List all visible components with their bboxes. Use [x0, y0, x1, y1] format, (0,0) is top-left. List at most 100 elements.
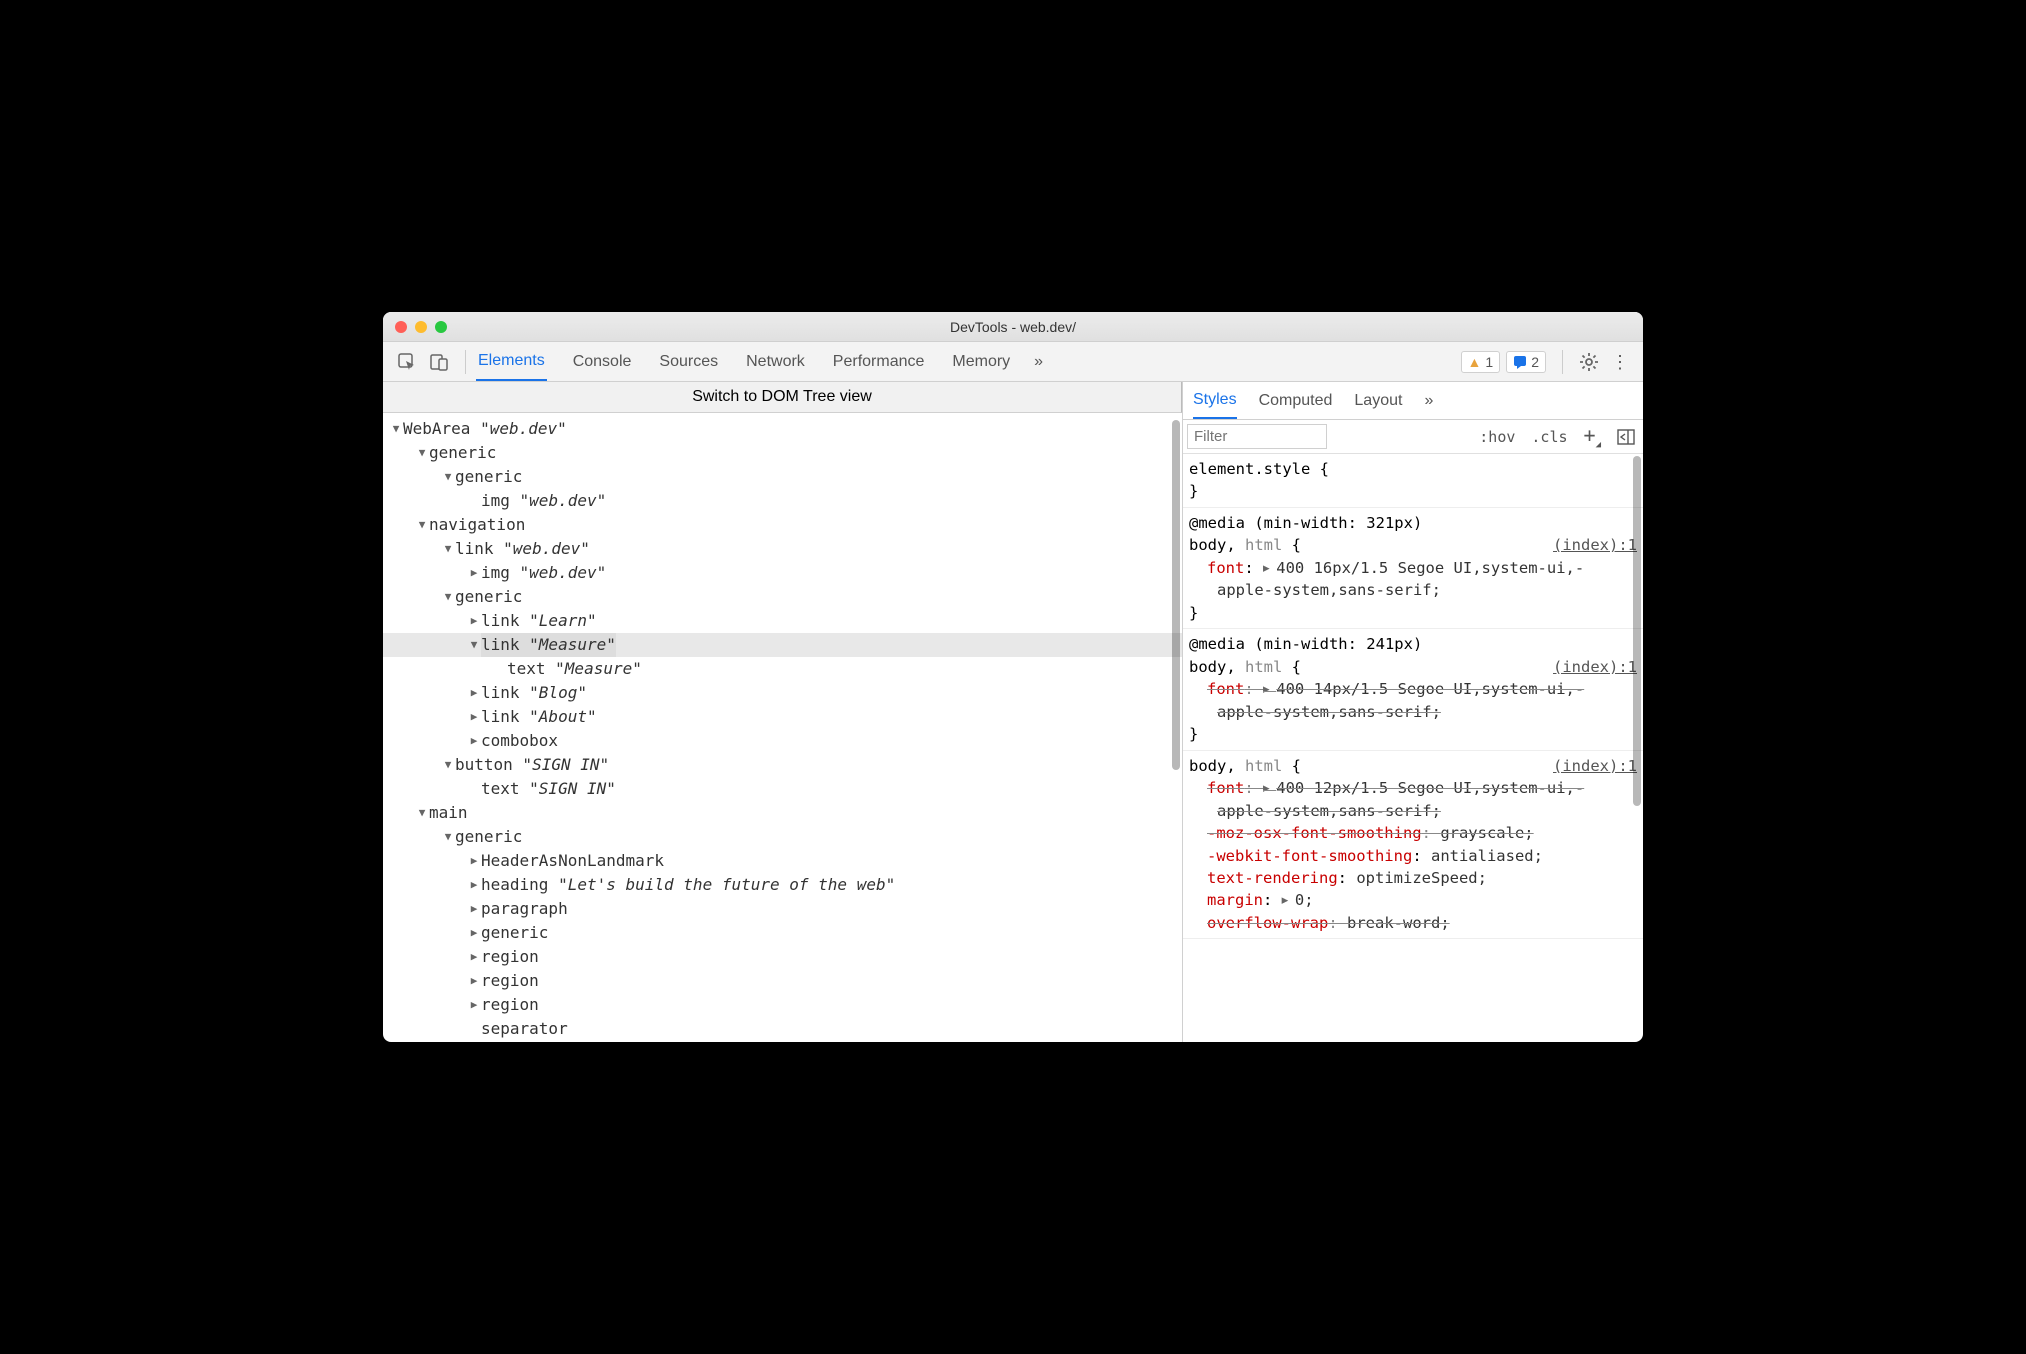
side-tab-styles[interactable]: Styles [1193, 382, 1237, 419]
source-link[interactable]: (index):1 [1553, 534, 1637, 556]
disclosure-arrow-icon[interactable] [415, 445, 429, 462]
hov-toggle[interactable]: :hov [1471, 428, 1523, 446]
new-rule-button[interactable]: +◢ [1576, 423, 1609, 450]
minimize-icon[interactable] [415, 321, 427, 333]
tree-node[interactable]: generic [383, 441, 1182, 465]
disclosure-arrow-icon[interactable] [415, 517, 429, 534]
tree-node[interactable]: separator [383, 1017, 1182, 1041]
tree-node[interactable]: button "SIGN IN" [383, 753, 1182, 777]
dom-switch-button[interactable]: Switch to DOM Tree view [383, 382, 1182, 413]
close-icon[interactable] [395, 321, 407, 333]
css-rule[interactable]: @media (min-width: 241px)body, html {(in… [1183, 629, 1643, 750]
panel-tab-memory[interactable]: Memory [950, 342, 1012, 381]
rule-close: } [1189, 480, 1637, 502]
disclosure-arrow-icon[interactable] [467, 733, 481, 750]
tree-node[interactable]: generic [383, 825, 1182, 849]
disclosure-arrow-icon[interactable] [467, 709, 481, 726]
warnings-badge[interactable]: ▲ 1 [1461, 351, 1501, 373]
disclosure-arrow-icon[interactable] [467, 637, 481, 654]
tree-node[interactable]: generic [383, 465, 1182, 489]
panel-tab-sources[interactable]: Sources [657, 342, 720, 381]
css-rule[interactable]: body, html {(index):1font: ▶ 400 12px/1.… [1183, 751, 1643, 940]
toggle-sidebar-icon[interactable] [1609, 429, 1643, 445]
accessibility-tree[interactable]: WebArea "web.dev" generic generic img "w… [383, 413, 1182, 1042]
tree-node-label: generic [481, 921, 548, 945]
tree-node[interactable]: generic [383, 921, 1182, 945]
settings-icon[interactable] [1573, 348, 1605, 376]
tree-node[interactable]: link "About" [383, 705, 1182, 729]
css-property[interactable]: font: ▶ 400 16px/1.5 Segoe UI,system-ui,… [1189, 557, 1637, 602]
tree-node[interactable]: link "Measure" [383, 633, 1182, 657]
disclosure-arrow-icon[interactable] [467, 973, 481, 990]
disclosure-arrow-icon[interactable] [467, 685, 481, 702]
tree-node[interactable]: region [383, 969, 1182, 993]
disclosure-arrow-icon[interactable] [441, 469, 455, 486]
tree-node[interactable]: link "Blog" [383, 681, 1182, 705]
disclosure-arrow-icon[interactable] [467, 613, 481, 630]
tree-node[interactable]: HeaderAsNonLandmark [383, 849, 1182, 873]
panel-tab-network[interactable]: Network [744, 342, 807, 381]
content-area: Switch to DOM Tree view WebArea "web.dev… [383, 382, 1643, 1042]
scrollbar-thumb[interactable] [1633, 456, 1641, 806]
style-rules[interactable]: element.style {}@media (min-width: 321px… [1183, 454, 1643, 1042]
maximize-icon[interactable] [435, 321, 447, 333]
disclosure-arrow-icon[interactable] [389, 421, 403, 438]
inspect-icon[interactable] [391, 348, 423, 376]
tree-node[interactable]: WebArea "web.dev" [383, 417, 1182, 441]
info-badge[interactable]: 2 [1506, 351, 1546, 373]
disclosure-arrow-icon[interactable] [467, 877, 481, 894]
disclosure-arrow-icon[interactable] [467, 853, 481, 870]
device-toggle-icon[interactable] [423, 348, 455, 376]
tree-node[interactable]: img "web.dev" [383, 489, 1182, 513]
side-tabs-overflow[interactable]: » [1424, 382, 1433, 419]
tree-node[interactable]: region [383, 945, 1182, 969]
css-property[interactable]: -moz-osx-font-smoothing: grayscale; [1189, 822, 1637, 844]
tree-node[interactable]: img "web.dev" [383, 561, 1182, 585]
disclosure-arrow-icon[interactable] [467, 925, 481, 942]
disclosure-arrow-icon[interactable] [441, 589, 455, 606]
css-rule[interactable]: @media (min-width: 321px)body, html {(in… [1183, 508, 1643, 629]
tree-node[interactable]: text "SIGN IN" [383, 777, 1182, 801]
tree-node-label: WebArea "web.dev" [403, 417, 567, 441]
scrollbar-thumb[interactable] [1172, 420, 1180, 770]
disclosure-arrow-icon[interactable] [415, 805, 429, 822]
more-icon[interactable]: ⋮ [1605, 349, 1635, 375]
css-property[interactable]: -webkit-font-smoothing: antialiased; [1189, 845, 1637, 867]
disclosure-arrow-icon[interactable] [467, 901, 481, 918]
disclosure-arrow-icon[interactable] [441, 541, 455, 558]
css-property[interactable]: font: ▶ 400 14px/1.5 Segoe UI,system-ui,… [1189, 678, 1637, 723]
tree-node[interactable]: heading "Let's build the future of the w… [383, 873, 1182, 897]
tabs-overflow-button[interactable]: » [1032, 342, 1045, 381]
media-query: @media (min-width: 321px) [1189, 512, 1637, 534]
disclosure-arrow-icon[interactable] [467, 949, 481, 966]
tree-node[interactable]: navigation [383, 513, 1182, 537]
tree-node-label: link "Blog" [481, 681, 587, 705]
css-rule[interactable]: element.style {} [1183, 454, 1643, 508]
filter-input[interactable] [1187, 424, 1327, 449]
disclosure-arrow-icon[interactable] [467, 997, 481, 1014]
css-property[interactable]: font: ▶ 400 12px/1.5 Segoe UI,system-ui,… [1189, 777, 1637, 822]
side-tab-computed[interactable]: Computed [1259, 382, 1333, 419]
tree-node[interactable]: main [383, 801, 1182, 825]
panel-tab-elements[interactable]: Elements [476, 342, 547, 381]
tree-node[interactable]: text "Measure" [383, 657, 1182, 681]
tree-node[interactable]: generic [383, 585, 1182, 609]
disclosure-arrow-icon[interactable] [441, 829, 455, 846]
panel-tab-console[interactable]: Console [571, 342, 634, 381]
disclosure-arrow-icon[interactable] [467, 565, 481, 582]
cls-toggle[interactable]: .cls [1523, 428, 1575, 446]
css-property[interactable]: text-rendering: optimizeSpeed; [1189, 867, 1637, 889]
side-tab-layout[interactable]: Layout [1354, 382, 1402, 419]
tree-node[interactable]: combobox [383, 729, 1182, 753]
panel-tab-performance[interactable]: Performance [831, 342, 927, 381]
disclosure-arrow-icon[interactable] [441, 757, 455, 774]
tree-node-label: generic [455, 825, 522, 849]
source-link[interactable]: (index):1 [1553, 755, 1637, 777]
css-property[interactable]: overflow-wrap: break-word; [1189, 912, 1637, 934]
tree-node[interactable]: region [383, 993, 1182, 1017]
tree-node[interactable]: link "web.dev" [383, 537, 1182, 561]
css-property[interactable]: margin: ▶ 0; [1189, 889, 1637, 911]
tree-node[interactable]: paragraph [383, 897, 1182, 921]
source-link[interactable]: (index):1 [1553, 656, 1637, 678]
tree-node[interactable]: link "Learn" [383, 609, 1182, 633]
